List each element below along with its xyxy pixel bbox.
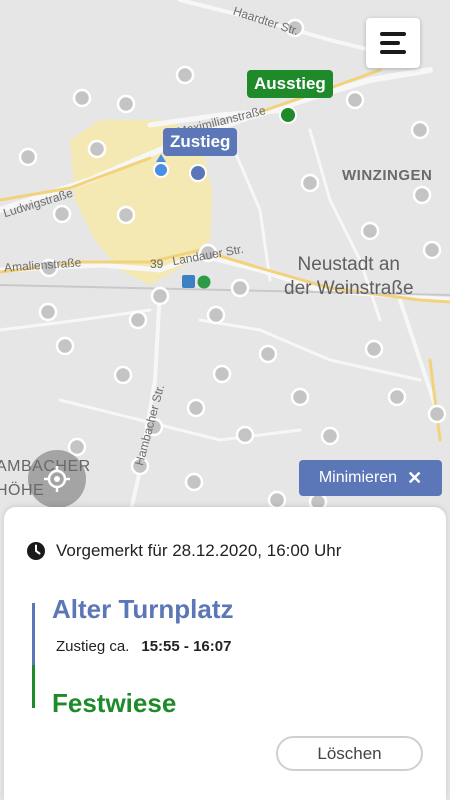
pickup-time-row: Zustieg ca. 15:55 - 16:07 xyxy=(56,638,231,655)
pickup-tag[interactable]: Zustieg xyxy=(163,128,238,156)
route-number-label: 39 xyxy=(150,257,164,271)
locate-icon xyxy=(44,466,70,492)
map-stop-dot[interactable] xyxy=(212,364,232,384)
map-stop-dot[interactable] xyxy=(128,310,148,330)
clock-icon xyxy=(27,542,45,560)
pickup-stop-name: Alter Turnplatz xyxy=(52,594,234,624)
map-stop-dot[interactable] xyxy=(175,65,195,85)
map-stop-dot[interactable] xyxy=(427,404,447,424)
dropoff-marker[interactable] xyxy=(279,106,297,124)
map-stop-dot[interactable] xyxy=(235,425,255,445)
map-stop-dot[interactable] xyxy=(52,204,72,224)
map-stop-dot[interactable] xyxy=(150,286,170,306)
map-stop-dot[interactable] xyxy=(186,398,206,418)
map-label-neustadt: Neustadt an der Weinstraße xyxy=(284,253,414,301)
map-stop-dot[interactable] xyxy=(72,88,92,108)
map-stop-dot[interactable] xyxy=(410,120,430,140)
map-stop-dot[interactable] xyxy=(290,387,310,407)
map-stop-dot[interactable] xyxy=(206,305,226,325)
map-stop-dot[interactable] xyxy=(412,185,432,205)
menu-button[interactable] xyxy=(366,18,420,68)
minimize-label: Minimieren xyxy=(318,469,398,486)
locate-button[interactable] xyxy=(28,450,86,508)
map-stop-dot[interactable] xyxy=(116,94,136,114)
booking-panel: Vorgemerkt für 28.12.2020, 16:00 Uhr Alt… xyxy=(4,507,446,800)
map-stop-dot[interactable] xyxy=(267,490,287,510)
map-stop-dot[interactable] xyxy=(67,437,87,457)
dropoff-tag[interactable]: Ausstieg xyxy=(247,70,333,98)
map-label-neustadt-line1: Neustadt an xyxy=(297,254,400,275)
map-stop-dot[interactable] xyxy=(387,387,407,407)
pickup-time-window: 15:55 - 16:07 xyxy=(141,638,232,655)
map-stop-dot[interactable] xyxy=(230,278,250,298)
close-icon: ✕ xyxy=(407,467,423,488)
delete-booking-button[interactable]: Löschen xyxy=(276,736,423,771)
map-stop-dot[interactable] xyxy=(38,302,58,322)
booking-status-text: Vorgemerkt für 28.12.2020, 16:00 Uhr xyxy=(56,541,342,560)
hamburger-menu-icon xyxy=(380,27,406,59)
route-line-indicator xyxy=(32,603,35,708)
map-stop-dot[interactable] xyxy=(184,472,204,492)
map-stop-dot[interactable] xyxy=(258,344,278,364)
map-stop-dot[interactable] xyxy=(345,90,365,110)
map-stop-dot[interactable] xyxy=(300,173,320,193)
map-stop-dot[interactable] xyxy=(320,426,340,446)
dropoff-stop-name: Festwiese xyxy=(52,688,177,718)
map-stop-dot[interactable] xyxy=(364,339,384,359)
map-stop-dot[interactable] xyxy=(87,139,107,159)
map-stop-dot[interactable] xyxy=(55,336,75,356)
map-stop-dot[interactable] xyxy=(113,365,133,385)
pickup-marker[interactable] xyxy=(189,164,207,182)
map-stop-dot[interactable] xyxy=(360,221,380,241)
map-label-winzingen: WINZINGEN xyxy=(342,167,433,184)
booking-status: Vorgemerkt für 28.12.2020, 16:00 Uhr xyxy=(26,541,341,561)
map-stop-dot[interactable] xyxy=(116,205,136,225)
map-stop-dot[interactable] xyxy=(18,147,38,167)
map-stop-dot[interactable] xyxy=(422,240,442,260)
pickup-time-prefix: Zustieg ca. xyxy=(56,638,130,655)
minimize-button[interactable]: Minimieren ✕ xyxy=(299,460,442,496)
map-label-neustadt-line2: der Weinstraße xyxy=(284,278,414,299)
